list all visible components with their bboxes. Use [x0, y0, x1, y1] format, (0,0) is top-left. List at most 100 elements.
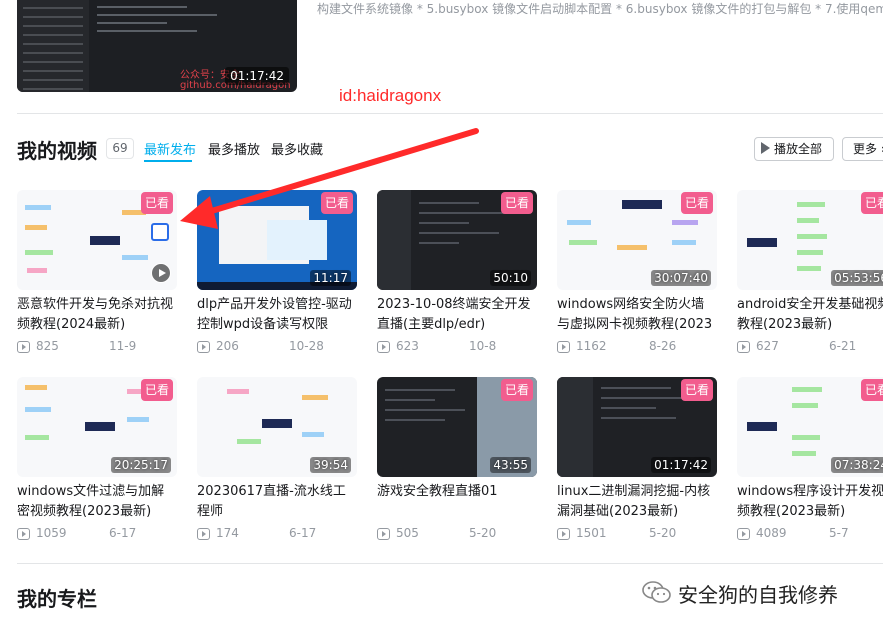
play-all-button[interactable]: 播放全部	[754, 137, 834, 161]
views-icon	[557, 341, 570, 353]
video-thumbnail[interactable]: 已看 50:10	[377, 190, 537, 290]
video-count-badge: 69	[106, 138, 134, 159]
view-count: 1162	[576, 339, 607, 353]
video-card[interactable]: 已看 43:55 游戏安全教程直播01 505 5-20	[377, 377, 537, 542]
watched-badge: 已看	[680, 379, 713, 401]
watched-badge: 已看	[140, 379, 173, 401]
annotation-id-text: id:haidragonx	[339, 86, 442, 105]
duration-label: 50:10	[490, 270, 531, 286]
video-thumbnail[interactable]: 已看 30:07:40	[557, 190, 717, 290]
watched-badge: 已看	[860, 192, 883, 214]
view-count: 174	[216, 526, 239, 540]
previous-video-description: 构建文件系统镜像 * 5.busybox 镜像文件启动脚本配置 * 6.busy…	[317, 2, 883, 16]
views-icon	[377, 341, 390, 353]
columns-section-title: 我的专栏	[17, 587, 97, 611]
video-card[interactable]: 39:54 20230617直播-流水线工程师 174 6-17	[197, 377, 357, 542]
previous-video-thumbnail[interactable]: 公众号：安全 github.com/haidragon 01:17:42	[17, 0, 297, 92]
publish-date: 11-9	[109, 339, 137, 353]
video-thumbnail[interactable]: 已看 07:38:24	[737, 377, 883, 477]
video-title[interactable]: windows文件过滤与加解密视频教程(2023最新)	[17, 482, 177, 522]
views-icon	[737, 341, 750, 353]
duration-label: 20:25:17	[111, 457, 171, 473]
video-title[interactable]: 20230617直播-流水线工程师	[197, 482, 357, 522]
video-title[interactable]: linux二进制漏洞挖掘-内核漏洞基础(2023最新)	[557, 482, 717, 522]
play-icon[interactable]	[151, 263, 171, 283]
video-card[interactable]: 已看 30:07:40 windows网络安全防火墙与虚拟网卡视频教程(2023…	[557, 190, 717, 355]
duration-label: 01:17:42	[225, 67, 289, 85]
video-card[interactable]: 已看 50:10 2023-10-08终端安全开发直播(主要dlp/edr) 6…	[377, 190, 537, 355]
video-thumbnail[interactable]: 已看 43:55	[377, 377, 537, 477]
videos-section-title: 我的视频	[17, 139, 97, 163]
play-all-label: 播放全部	[774, 142, 823, 156]
thumbnail-sidebar	[17, 0, 89, 92]
video-title[interactable]: 恶意软件开发与免杀对抗视频教程(2024最新)	[17, 295, 177, 335]
views-icon	[197, 528, 210, 540]
section-divider	[17, 563, 883, 564]
play-icon	[761, 142, 770, 154]
views-icon	[737, 528, 750, 540]
publish-date: 8-26	[649, 339, 677, 353]
video-card[interactable]: 已看 07:38:24 windows程序设计开发视频教程(2023最新) 40…	[737, 377, 883, 542]
duration-label: 43:55	[490, 457, 531, 473]
view-count: 627	[756, 339, 779, 353]
view-count: 505	[396, 526, 419, 540]
video-title[interactable]: windows程序设计开发视频教程(2023最新)	[737, 482, 883, 522]
video-thumbnail[interactable]: 已看 20:25:17	[17, 377, 177, 477]
publish-date: 6-17	[109, 526, 137, 540]
views-icon	[17, 528, 30, 540]
view-count: 623	[396, 339, 419, 353]
video-thumbnail[interactable]: 已看 05:53:56	[737, 190, 883, 290]
video-card[interactable]: 已看 11:17 dlp产品开发外设管控-驱动控制wpd设备读写权限 206 10…	[197, 190, 357, 355]
duration-label: 07:38:24	[831, 457, 883, 473]
watched-badge: 已看	[500, 379, 533, 401]
video-card[interactable]: 已看 01:17:42 linux二进制漏洞挖掘-内核漏洞基础(2023最新) …	[557, 377, 717, 542]
more-label: 更多	[853, 142, 878, 156]
views-icon	[557, 528, 570, 540]
video-title[interactable]: windows网络安全防火墙与虚拟网卡视频教程(2023最新)	[557, 295, 717, 335]
video-title[interactable]: 游戏安全教程直播01	[377, 482, 537, 522]
tab-latest[interactable]: 最新发布	[144, 139, 196, 158]
section-divider	[17, 113, 883, 114]
views-icon	[17, 341, 30, 353]
view-count: 1501	[576, 526, 607, 540]
view-count: 825	[36, 339, 59, 353]
watched-badge: 已看	[500, 192, 533, 214]
watched-badge: 已看	[140, 192, 173, 214]
video-thumbnail[interactable]: 已看 11:17	[197, 190, 357, 290]
scan-icon[interactable]	[151, 223, 169, 241]
video-card[interactable]: 已看 20:25:17 windows文件过滤与加解密视频教程(2023最新) …	[17, 377, 177, 542]
watched-badge: 已看	[860, 379, 883, 401]
duration-label: 01:17:42	[651, 457, 711, 473]
views-icon	[197, 341, 210, 353]
publish-date: 6-21	[829, 339, 857, 353]
view-count: 206	[216, 339, 239, 353]
video-title[interactable]: dlp产品开发外设管控-驱动控制wpd设备读写权限	[197, 295, 357, 335]
wechat-watermark-text: 安全狗的自我修养	[678, 583, 838, 607]
video-title[interactable]: 2023-10-08终端安全开发直播(主要dlp/edr)	[377, 295, 537, 335]
video-card[interactable]: 已看 05:53:56 android安全开发基础视频教程(2023最新) 62…	[737, 190, 883, 355]
duration-label: 11:17	[310, 270, 351, 286]
tab-most-played[interactable]: 最多播放	[208, 139, 260, 158]
wechat-icon	[642, 581, 671, 603]
publish-date: 6-17	[289, 526, 317, 540]
video-card[interactable]: 已看 恶意软件开发与免杀对抗视频教程(2024最新) 825 11-9	[17, 190, 177, 355]
duration-label: 05:53:56	[831, 270, 883, 286]
publish-date: 10-28	[289, 339, 324, 353]
publish-date: 10-8	[469, 339, 497, 353]
video-thumbnail[interactable]: 已看	[17, 190, 177, 290]
duration-label: 30:07:40	[651, 270, 711, 286]
video-title[interactable]: android安全开发基础视频教程(2023最新)	[737, 295, 883, 335]
publish-date: 5-20	[649, 526, 677, 540]
video-thumbnail[interactable]: 已看 01:17:42	[557, 377, 717, 477]
view-count: 1059	[36, 526, 67, 540]
video-thumbnail[interactable]: 39:54	[197, 377, 357, 477]
publish-date: 5-7	[829, 526, 849, 540]
watched-badge: 已看	[320, 192, 353, 214]
active-tab-indicator	[144, 160, 192, 162]
watched-badge: 已看	[680, 192, 713, 214]
duration-label: 39:54	[310, 457, 351, 473]
publish-date: 5-20	[469, 526, 497, 540]
tab-most-favorited[interactable]: 最多收藏	[271, 139, 323, 158]
more-button[interactable]: 更多 ›	[842, 137, 883, 161]
view-count: 4089	[756, 526, 787, 540]
